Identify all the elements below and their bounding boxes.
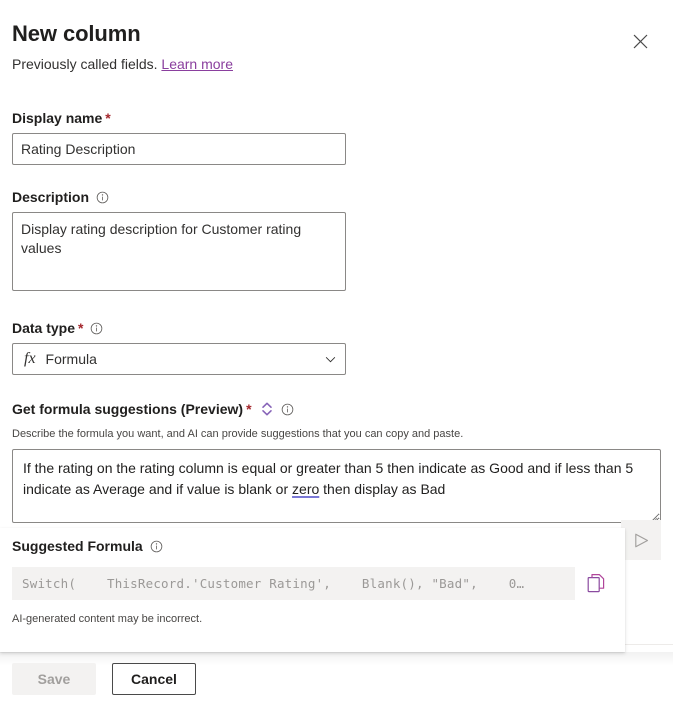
save-button[interactable]: Save (12, 663, 96, 695)
formula-suggestions-heading: Get formula suggestions (Preview) * (12, 399, 661, 419)
chevron-up-down-icon[interactable] (260, 401, 274, 417)
data-type-label-text: Data type (12, 318, 75, 338)
panel-header: New column Previously called fields. Lea… (12, 20, 661, 74)
description-textarea[interactable] (12, 212, 346, 291)
send-button[interactable] (621, 520, 661, 560)
panel-subtitle: Previously called fields. Learn more (12, 54, 661, 74)
cancel-button[interactable]: Cancel (112, 663, 196, 695)
formula-suggestions-help: Describe the formula you want, and AI ca… (12, 427, 661, 442)
data-type-select-box[interactable]: fx Formula (12, 343, 346, 375)
suggested-formula-row: Switch( ThisRecord.'Customer Rating', Bl… (12, 567, 613, 600)
description-label-text: Description (12, 187, 89, 207)
data-type-required-mark: * (78, 321, 83, 335)
copy-button[interactable] (581, 568, 613, 600)
display-name-label-text: Display name (12, 108, 102, 128)
chevron-down-icon[interactable] (324, 353, 337, 366)
display-name-label: Display name * (12, 108, 661, 128)
prompt-wrapper: If the rating on the rating column is eq… (12, 449, 661, 526)
footer-divider (625, 644, 673, 645)
suggested-formula-card: Suggested Formula Switch( ThisRecord.'Cu… (0, 528, 625, 652)
copy-icon (587, 573, 607, 594)
data-type-label: Data type * (12, 318, 661, 338)
panel-footer: Save Cancel (0, 652, 673, 706)
page-title: New column (12, 20, 661, 48)
subtitle-text: Previously called fields. (12, 56, 158, 72)
suggested-formula-box[interactable]: Switch( ThisRecord.'Customer Rating', Bl… (12, 567, 575, 600)
suggested-formula-label-text: Suggested Formula (12, 536, 143, 556)
close-icon[interactable] (625, 26, 655, 56)
suggested-formula-text: Switch( ThisRecord.'Customer Rating', Bl… (22, 576, 524, 591)
ai-disclaimer: AI-generated content may be incorrect. (12, 612, 613, 627)
new-column-panel: New column Previously called fields. Lea… (0, 0, 673, 706)
info-icon[interactable] (90, 322, 103, 335)
formula-suggestions-heading-text: Get formula suggestions (Preview) (12, 399, 243, 419)
formula-prompt-textarea[interactable] (12, 449, 661, 523)
suggested-formula-label: Suggested Formula (12, 536, 613, 556)
info-icon[interactable] (281, 403, 294, 416)
learn-more-link[interactable]: Learn more (161, 56, 233, 72)
data-type-value: Formula (46, 351, 324, 367)
description-label: Description (12, 187, 661, 207)
fx-icon: fx (24, 350, 36, 368)
info-icon[interactable] (96, 191, 109, 204)
form-body: Display name * Description Data type * (12, 108, 661, 526)
info-icon[interactable] (150, 540, 163, 553)
display-name-required-mark: * (105, 111, 110, 125)
suggestions-required-mark: * (246, 402, 251, 416)
send-icon (632, 531, 651, 550)
data-type-dropdown[interactable]: fx Formula (12, 343, 346, 375)
display-name-input[interactable] (12, 133, 346, 165)
